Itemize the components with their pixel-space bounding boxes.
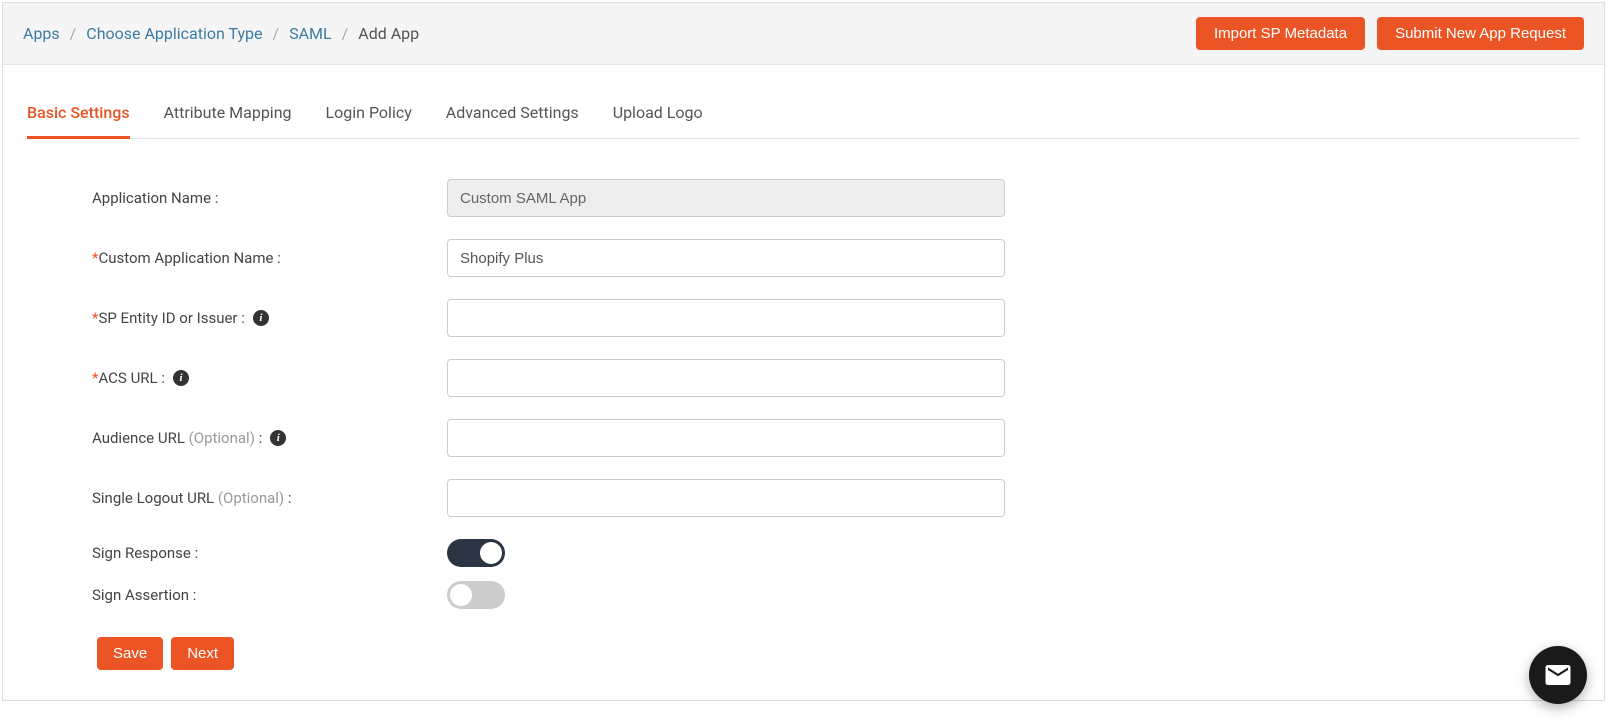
breadcrumb-separator: / [70,24,77,43]
submit-new-app-request-button[interactable]: Submit New App Request [1377,17,1584,50]
sign-assertion-toggle[interactable] [447,581,505,609]
breadcrumb-choose-application-type[interactable]: Choose Application Type [86,24,262,43]
breadcrumb: Apps / Choose Application Type / SAML / … [23,24,419,43]
tab-login-policy[interactable]: Login Policy [326,85,412,139]
application-name-input [447,179,1005,217]
custom-application-name-input[interactable] [447,239,1005,277]
help-widget[interactable] [1529,646,1587,704]
application-name-label: Application Name : [92,189,447,207]
breadcrumb-saml[interactable]: SAML [289,24,332,43]
breadcrumb-apps[interactable]: Apps [23,24,60,43]
tab-advanced-settings[interactable]: Advanced Settings [446,85,579,139]
tab-upload-logo[interactable]: Upload Logo [613,85,703,139]
mail-icon [1543,660,1573,690]
tab-attribute-mapping[interactable]: Attribute Mapping [164,85,292,139]
breadcrumb-separator: / [342,24,349,43]
sp-entity-id-label: *SP Entity ID or Issuer : i [92,309,447,327]
sign-response-label: Sign Response : [92,544,447,562]
acs-url-input[interactable] [447,359,1005,397]
info-icon[interactable]: i [253,310,269,326]
audience-url-input[interactable] [447,419,1005,457]
audience-url-label: Audience URL (Optional) : i [92,429,447,447]
save-button[interactable]: Save [97,637,163,670]
sp-entity-id-input[interactable] [447,299,1005,337]
tabs: Basic Settings Attribute Mapping Login P… [27,85,1580,139]
import-sp-metadata-button[interactable]: Import SP Metadata [1196,17,1365,50]
info-icon[interactable]: i [173,370,189,386]
single-logout-url-input[interactable] [447,479,1005,517]
next-button[interactable]: Next [171,637,234,670]
breadcrumb-current: Add App [358,24,419,43]
custom-application-name-label: *Custom Application Name : [92,249,447,267]
acs-url-label: *ACS URL : i [92,369,447,387]
sign-assertion-label: Sign Assertion : [92,586,447,604]
single-logout-url-label: Single Logout URL (Optional) : [92,489,447,507]
sign-response-toggle[interactable] [447,539,505,567]
info-icon[interactable]: i [270,430,286,446]
tab-basic-settings[interactable]: Basic Settings [27,85,130,139]
breadcrumb-separator: / [273,24,280,43]
